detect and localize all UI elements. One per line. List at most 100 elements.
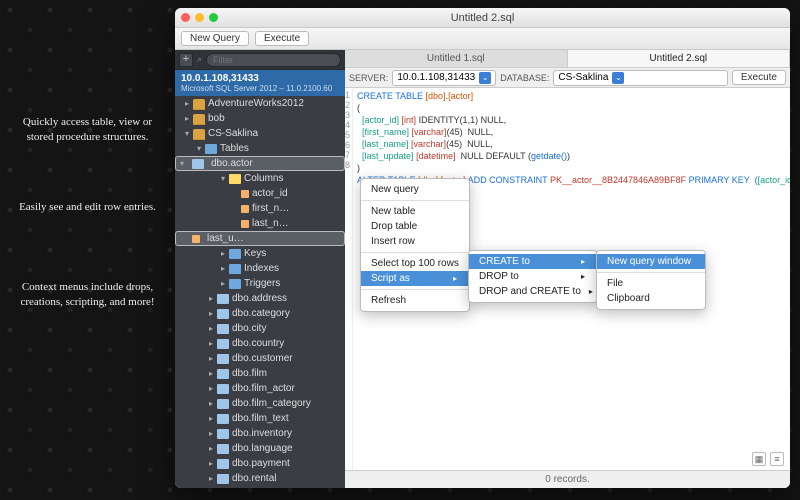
table-node[interactable]: ▸dbo.city (175, 321, 345, 336)
table-icon (217, 414, 229, 424)
table-icon (217, 309, 229, 319)
table-label: dbo.category (232, 308, 290, 319)
server-host: 10.0.1.108,31433 (181, 73, 339, 84)
grid-view-icon[interactable]: ▦ (752, 452, 766, 466)
menu-drop-create-to[interactable]: DROP and CREATE to (469, 284, 597, 299)
window-title: Untitled 2.sql (175, 12, 790, 24)
sidebar: + ⌕ 10.0.1.108,31433 Microsoft SQL Serve… (175, 50, 345, 488)
table-label: dbo.film_category (232, 398, 311, 409)
execute-query-button[interactable]: Execute (732, 70, 786, 85)
folder-label: Tables (220, 143, 249, 154)
db-label: bob (208, 113, 225, 124)
table-icon (217, 384, 229, 394)
column-node[interactable]: first_n… (175, 201, 345, 216)
record-count: 0 records. (545, 474, 589, 485)
table-node[interactable]: ▸dbo.customer (175, 351, 345, 366)
table-node[interactable]: ▸dbo.country (175, 336, 345, 351)
table-node[interactable]: ▸dbo.film (175, 366, 345, 381)
tab-untitled-2[interactable]: Untitled 2.sql (568, 50, 791, 67)
context-menu-script-as: CREATE to DROP to DROP and CREATE to (468, 250, 598, 303)
column-label: last_n… (252, 218, 289, 229)
columns-folder[interactable]: ▾Columns (175, 171, 345, 186)
menu-drop-to[interactable]: DROP to (469, 269, 597, 284)
column-label: actor_id (252, 188, 288, 199)
menu-drop-table[interactable]: Drop table (361, 219, 469, 234)
menu-script-as[interactable]: Script as (361, 271, 469, 286)
table-label: dbo.film_actor (232, 383, 295, 394)
column-label: first_n… (252, 203, 289, 214)
table-node[interactable]: ▸dbo.inventory (175, 426, 345, 441)
tables-folder[interactable]: ▾Tables (175, 141, 345, 156)
menu-clipboard[interactable]: Clipboard (597, 291, 705, 306)
menu-new-table[interactable]: New table (361, 204, 469, 219)
editor-tabs: Untitled 1.sql Untitled 2.sql (345, 50, 790, 68)
database-label: DATABASE: (500, 73, 549, 83)
object-tree[interactable]: 10.0.1.108,31433 Microsoft SQL Server 20… (175, 70, 345, 488)
context-menu-create-to: New query window File Clipboard (596, 250, 706, 310)
indexes-folder[interactable]: ▸Indexes (175, 261, 345, 276)
table-node-actor[interactable]: ▾dbo.actor (175, 156, 345, 171)
server-select[interactable]: 10.0.1.108,31433⌄ (392, 70, 496, 86)
column-node[interactable]: last_u… (175, 231, 345, 246)
table-node[interactable]: ▸dbo.payment (175, 456, 345, 471)
folder-open-icon (229, 174, 241, 184)
zoom-icon[interactable] (209, 13, 218, 22)
app-window: Untitled 2.sql New Query Execute + ⌕ 10.… (175, 8, 790, 488)
server-node[interactable]: 10.0.1.108,31433 Microsoft SQL Server 20… (175, 70, 345, 96)
minimize-icon[interactable] (195, 13, 204, 22)
menu-new-query[interactable]: New query (361, 182, 469, 197)
server-version: Microsoft SQL Server 2012 – 11.0.2100.60 (181, 84, 339, 93)
database-icon (193, 129, 205, 139)
server-label: SERVER: (349, 73, 388, 83)
table-icon (217, 369, 229, 379)
database-select[interactable]: CS-Saklina⌄ (553, 70, 727, 86)
db-node[interactable]: ▸AdventureWorks2012 (175, 96, 345, 111)
menu-create-to[interactable]: CREATE to (469, 254, 597, 269)
table-icon (217, 429, 229, 439)
toolbar: New Query Execute (175, 28, 790, 50)
table-label: dbo.payment (232, 458, 290, 469)
promo-text-1: Quickly access table, view or stored pro… (10, 115, 165, 146)
add-connection-button[interactable]: + (179, 53, 193, 67)
triggers-folder[interactable]: ▸Triggers (175, 276, 345, 291)
folder-label: Indexes (244, 263, 279, 274)
table-node[interactable]: ▸dbo.category (175, 306, 345, 321)
database-icon (193, 114, 205, 124)
table-node[interactable]: ▸dbo.rental (175, 471, 345, 486)
menu-new-query-window[interactable]: New query window (597, 254, 705, 269)
close-icon[interactable] (181, 13, 190, 22)
column-node[interactable]: last_n… (175, 216, 345, 231)
db-node[interactable]: ▾CS-Saklina (175, 126, 345, 141)
table-node[interactable]: ▸dbo.film_category (175, 396, 345, 411)
table-node[interactable]: ▸dbo.address (175, 291, 345, 306)
table-label: dbo.country (232, 338, 284, 349)
column-label: last_u… (207, 233, 244, 244)
table-node[interactable]: ▸dbo.staff (175, 486, 345, 488)
menu-select-top-100[interactable]: Select top 100 rows (361, 256, 469, 271)
menu-file[interactable]: File (597, 276, 705, 291)
keys-folder[interactable]: ▸Keys (175, 246, 345, 261)
execute-button[interactable]: Execute (255, 31, 309, 46)
folder-icon (205, 144, 217, 154)
table-node[interactable]: ▸dbo.language (175, 441, 345, 456)
line-gutter: 12345678 (345, 88, 353, 470)
status-bar: 0 records. (345, 470, 790, 488)
text-view-icon[interactable]: ≡ (770, 452, 784, 466)
filter-input[interactable] (206, 53, 341, 67)
table-node[interactable]: ▸dbo.film_text (175, 411, 345, 426)
new-query-button[interactable]: New Query (181, 31, 249, 46)
column-icon (192, 235, 200, 243)
menu-insert-row[interactable]: Insert row (361, 234, 469, 249)
column-icon (241, 220, 249, 228)
table-icon (217, 339, 229, 349)
tab-untitled-1[interactable]: Untitled 1.sql (345, 50, 568, 67)
db-node[interactable]: ▸bob (175, 111, 345, 126)
column-node[interactable]: actor_id (175, 186, 345, 201)
folder-icon (229, 249, 241, 259)
table-node[interactable]: ▸dbo.film_actor (175, 381, 345, 396)
menu-refresh[interactable]: Refresh (361, 293, 469, 308)
table-icon (217, 459, 229, 469)
context-menu-table: New query New table Drop table Insert ro… (360, 178, 470, 312)
chevron-down-icon: ⌄ (479, 72, 491, 84)
titlebar[interactable]: Untitled 2.sql (175, 8, 790, 28)
